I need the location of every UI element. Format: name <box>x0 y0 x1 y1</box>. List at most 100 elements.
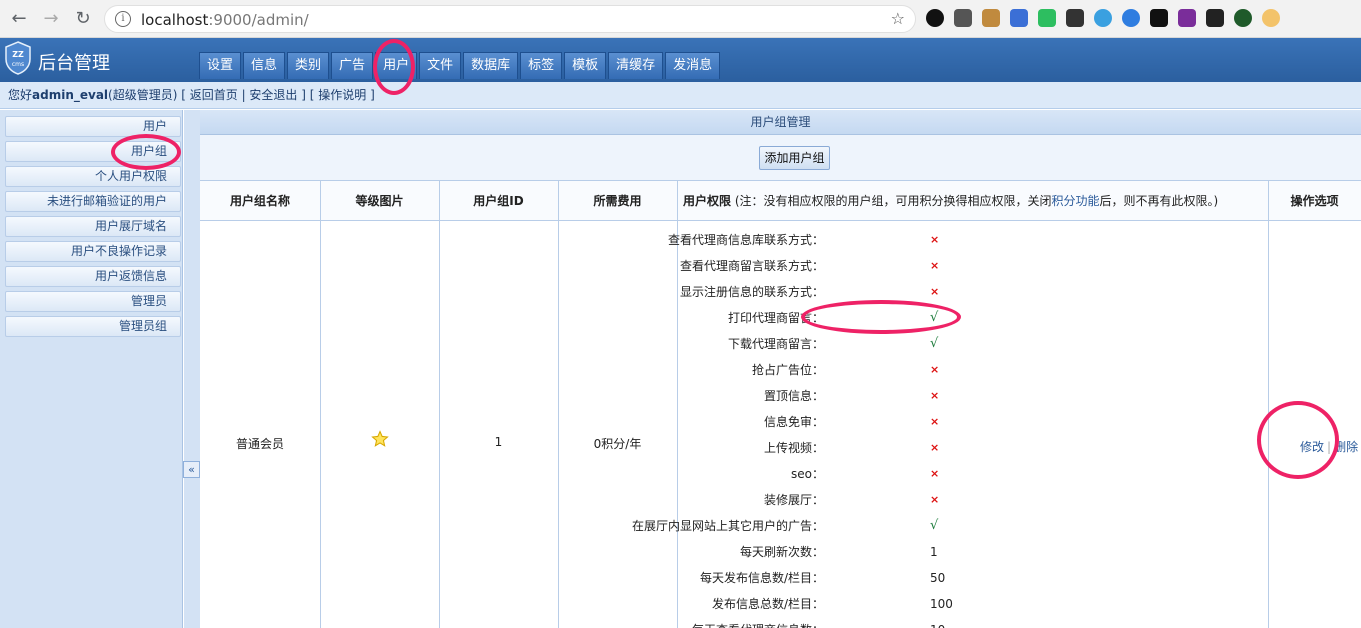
zzcms-logo-icon: ZZ cms <box>5 41 31 75</box>
collapse-sidebar-button[interactable]: « <box>183 461 200 478</box>
home-link[interactable]: 返回首页 <box>190 88 238 102</box>
permission-label: 下载代理商留言： <box>727 337 824 351</box>
permission-row: 每天查看代理商信息数： 10 <box>200 617 1268 628</box>
permission-value: × <box>930 363 940 376</box>
tab-1[interactable]: 信息 <box>243 52 286 79</box>
game-ext-icon[interactable] <box>1066 9 1084 27</box>
permission-label: 信息免审： <box>763 415 824 429</box>
permission-row: 显示注册信息的联系方式： × <box>200 279 1268 305</box>
permission-label: 装修展厅： <box>763 493 824 507</box>
url-text: localhost:9000/admin/ <box>141 11 309 29</box>
permission-value: × <box>930 285 940 298</box>
permission-value: × <box>930 493 940 506</box>
permission-label: 每天查看代理商信息数： <box>544 617 824 628</box>
panel-title: 用户组管理 <box>200 110 1361 135</box>
username: admin_eval <box>32 88 109 102</box>
permission-row: 每天发布信息数/栏目： 50 <box>200 565 1268 591</box>
tab-6[interactable]: 数据库 <box>463 52 519 79</box>
tab-8[interactable]: 模板 <box>564 52 607 79</box>
permission-row: 查看代理商信息库联系方式： × <box>200 227 1268 253</box>
tab-9[interactable]: 清缓存 <box>608 52 664 79</box>
permission-row: 信息免审： × <box>200 409 1268 435</box>
search-ext-icon[interactable] <box>1094 9 1112 27</box>
cap-ext-icon[interactable] <box>1010 9 1028 27</box>
app-header: ZZ cms 后台管理 设置 信息 类别 广告 用户 文件 数据库 标签 模板 清缓存 发消息 <box>0 38 1361 82</box>
permission-value: √ <box>930 518 939 533</box>
permission-row: 装修展厅： × <box>200 487 1268 513</box>
address-bar[interactable]: i localhost:9000/admin/ ☆ <box>104 5 916 33</box>
tab-3[interactable]: 广告 <box>331 52 374 79</box>
x-ext-icon[interactable] <box>1122 9 1140 27</box>
permission-row: seo： × <box>200 461 1268 487</box>
forward-arrow-icon[interactable]: → <box>40 8 62 30</box>
tab-0[interactable]: 设置 <box>199 52 242 79</box>
points-function-link[interactable]: 积分功能 <box>1052 194 1100 208</box>
sidebar-item-4[interactable]: 用户展厅域名 <box>5 216 181 237</box>
main-nav-tabs: 设置 信息 类别 广告 用户 文件 数据库 标签 模板 清缓存 发消息 <box>199 52 722 79</box>
app-title: 后台管理 <box>38 53 110 74</box>
circle-ext-icon[interactable] <box>926 9 944 27</box>
bookmark-star-icon[interactable]: ☆ <box>891 9 905 28</box>
permission-value: 10 <box>930 617 945 628</box>
annotation-circle <box>1257 401 1339 479</box>
greeting-text: 您好 <box>8 88 33 102</box>
permission-value: × <box>930 259 940 272</box>
col-name-header: 用户组名称 <box>229 194 290 208</box>
permission-value: × <box>930 389 940 402</box>
green-ext-icon[interactable] <box>1234 9 1252 27</box>
permission-row: 抢占广告位： × <box>200 357 1268 383</box>
tab-7[interactable]: 标签 <box>520 52 563 79</box>
help-link[interactable]: 操作说明 <box>318 88 366 102</box>
avatar-ext-icon[interactable] <box>1262 9 1280 27</box>
add-row: 添加用户组 <box>200 135 1361 181</box>
sidebar: 用户 用户组 个人用户权限 未进行邮箱验证的用户 用户展厅域名 用户不良操作记录 用户返馈信… <box>0 110 183 628</box>
annotation-circle <box>373 39 415 95</box>
column-divider <box>1268 181 1269 628</box>
mask-ext-icon[interactable] <box>1178 9 1196 27</box>
permission-value: × <box>930 415 940 428</box>
permission-label: 每天刷新次数： <box>739 545 824 559</box>
col-ops-header: 操作选项 <box>1290 194 1339 208</box>
cookie-ext-icon[interactable] <box>982 9 1000 27</box>
col-id-header: 用户组ID <box>473 194 524 208</box>
add-user-group-button[interactable]: 添加用户组 <box>759 146 830 170</box>
sidebar-item-6[interactable]: 用户返馈信息 <box>5 266 181 287</box>
permission-value: 100 <box>930 597 953 611</box>
permission-label: 查看代理商留言联系方式： <box>679 259 824 273</box>
permission-row: 每天刷新次数： 1 <box>200 539 1268 565</box>
annotation-circle <box>111 134 181 170</box>
glasses-ext-icon[interactable] <box>1206 9 1224 27</box>
logout-link[interactable]: 安全退出 <box>249 88 297 102</box>
col-fee-header: 所需费用 <box>593 194 642 208</box>
chart-ext-icon[interactable] <box>954 9 972 27</box>
l-ext-icon[interactable] <box>1150 9 1168 27</box>
permission-row: 置顶信息： × <box>200 383 1268 409</box>
permission-value: 50 <box>930 571 946 585</box>
permission-label: 打印代理商留言： <box>727 311 824 325</box>
sidebar-item-8[interactable]: 管理员组 <box>5 316 181 337</box>
user-info-bar: 您好admin_eval(超级管理员) [ 返回首页 | 安全退出 ] [ 操作… <box>0 82 1361 109</box>
back-arrow-icon[interactable]: ← <box>8 8 30 30</box>
annotation-circle <box>801 300 961 334</box>
col-permissions-header: 用户权限 (注：没有相应权限的用户组，可用积分换得相应权限，关闭积分功能后，则不… <box>683 194 1219 208</box>
permission-value: √ <box>930 336 939 351</box>
table-header: 用户组名称 等级图片 用户组ID 所需费用 用户权限 (注：没有相应权限的用户组… <box>200 181 1361 221</box>
tab-5[interactable]: 文件 <box>419 52 462 79</box>
info-icon[interactable]: i <box>115 11 131 27</box>
sidebar-item-5[interactable]: 用户不良操作记录 <box>5 241 181 262</box>
sidebar-item-3[interactable]: 未进行邮箱验证的用户 <box>5 191 181 212</box>
tab-10[interactable]: 发消息 <box>665 52 721 79</box>
permission-row: 下载代理商留言： √ <box>200 331 1268 357</box>
extensions-bar <box>926 9 1280 29</box>
svg-text:cms: cms <box>12 61 24 68</box>
tab-2[interactable]: 类别 <box>287 52 330 79</box>
reload-icon[interactable]: ↻ <box>72 8 94 30</box>
permission-row: 上传视频： × <box>200 435 1268 461</box>
sidebar-item-7[interactable]: 管理员 <box>5 291 181 312</box>
col-image-header: 等级图片 <box>355 194 404 208</box>
permission-label: 在展厅内显网站上其它用户的广告： <box>631 519 824 533</box>
permission-label: 显示注册信息的联系方式： <box>679 285 824 299</box>
permission-row: 发布信息总数/栏目： 100 <box>200 591 1268 617</box>
svg-text:ZZ: ZZ <box>12 50 24 59</box>
evernote-ext-icon[interactable] <box>1038 9 1056 27</box>
